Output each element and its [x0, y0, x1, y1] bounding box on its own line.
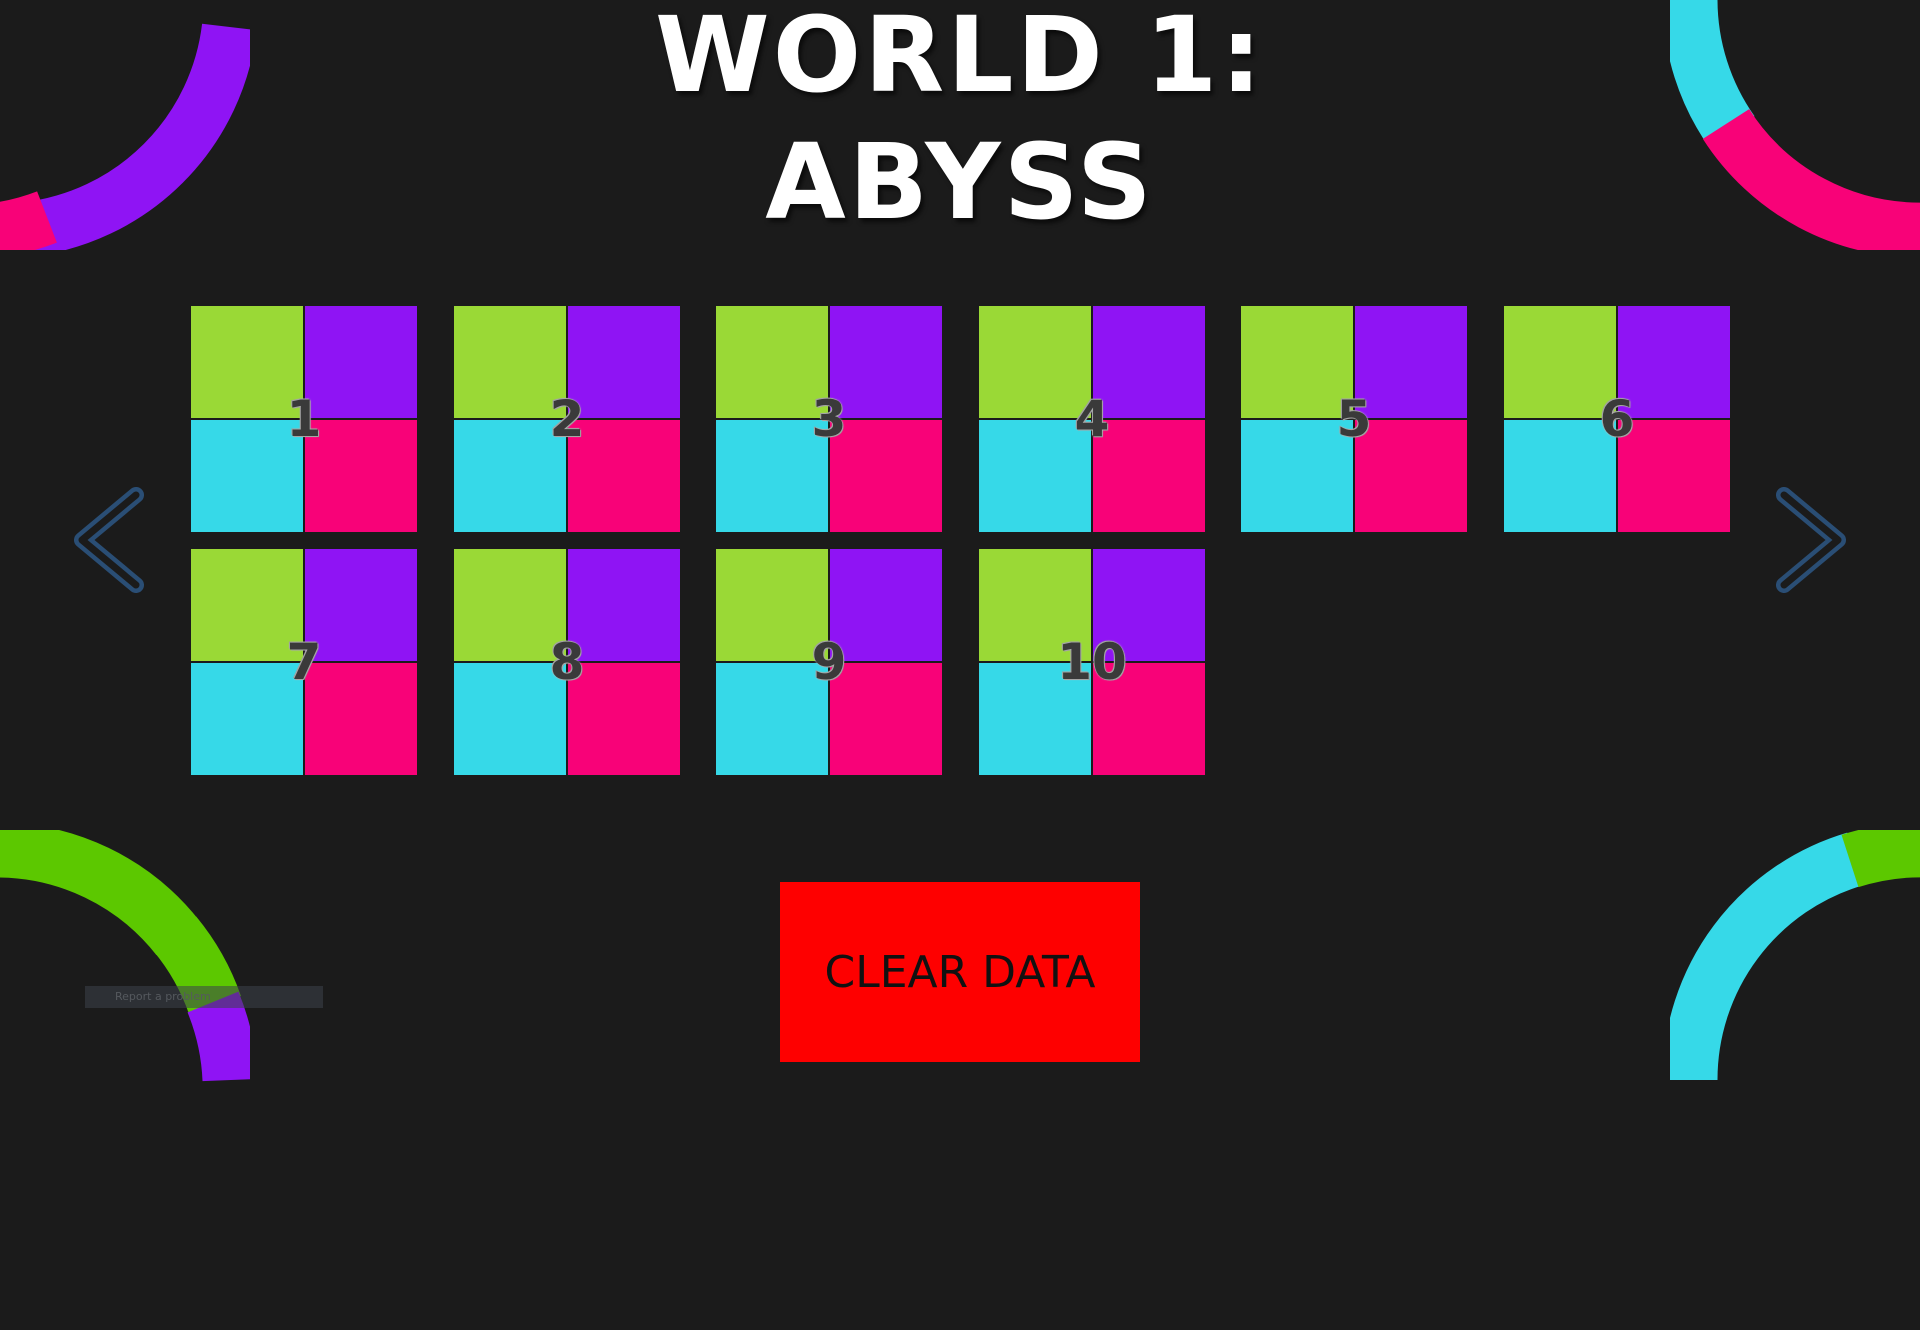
level-tile-2[interactable]: 2	[454, 306, 680, 532]
level-number: 1	[286, 390, 322, 448]
level-tile-1[interactable]: 1	[191, 306, 417, 532]
level-number: 8	[549, 633, 585, 691]
level-tile-7[interactable]: 7	[191, 549, 417, 775]
level-number: 2	[549, 390, 585, 448]
level-number: 7	[286, 633, 322, 691]
level-number: 5	[1336, 390, 1372, 448]
level-number: 6	[1599, 390, 1635, 448]
level-tile-3[interactable]: 3	[716, 306, 942, 532]
level-tile-6[interactable]: 6	[1504, 306, 1730, 532]
level-number: 9	[811, 633, 847, 691]
next-world-button[interactable]	[1770, 485, 1850, 595]
level-number: 4	[1074, 390, 1110, 448]
chevron-left-icon	[74, 487, 144, 593]
level-number: 10	[1057, 633, 1127, 691]
level-tile-5[interactable]: 5	[1241, 306, 1467, 532]
clear-data-button[interactable]: CLEAR DATA	[780, 882, 1140, 1062]
world-title-line-2: ABYSS	[765, 121, 1155, 243]
report-problem-link[interactable]: Report a problem	[85, 986, 323, 1008]
level-tile-10[interactable]: 10	[979, 549, 1205, 775]
chevron-right-icon	[1776, 487, 1846, 593]
corner-ring-bottom-right	[1670, 830, 1920, 1330]
level-number: 3	[811, 390, 847, 448]
level-tile-8[interactable]: 8	[454, 549, 680, 775]
world-title-line-1: WORLD 1:	[655, 0, 1265, 116]
level-tile-4[interactable]: 4	[979, 306, 1205, 532]
level-tile-9[interactable]: 9	[716, 549, 942, 775]
prev-world-button[interactable]	[70, 485, 150, 595]
corner-ring-bottom-left	[0, 830, 250, 1330]
